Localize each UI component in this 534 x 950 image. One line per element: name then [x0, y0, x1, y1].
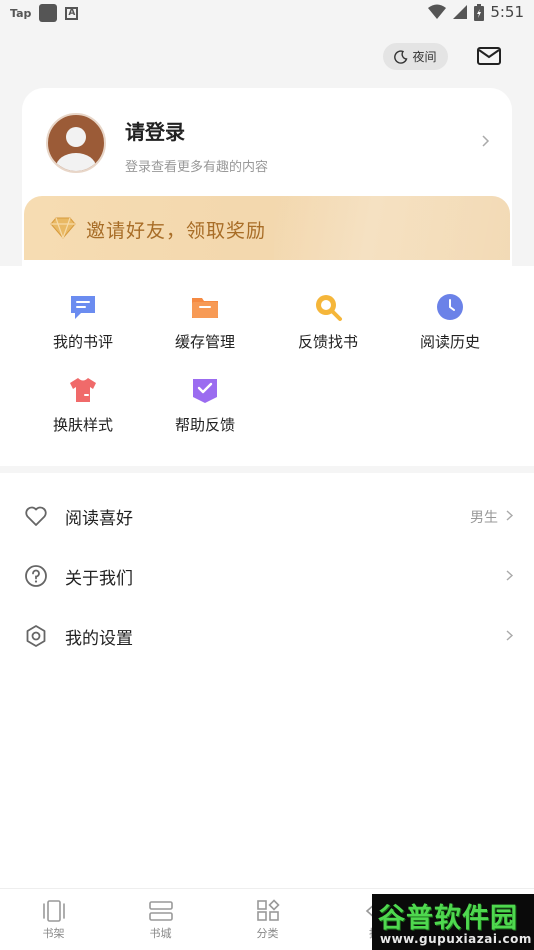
section-divider [0, 466, 534, 473]
tshirt-icon [70, 378, 96, 402]
grid-item-skin-style[interactable]: 换肤样式 [23, 349, 143, 434]
status-bar: Tap A 5:51 [0, 0, 534, 28]
quick-actions-grid: 我的书评 缓存管理 反馈找书 阅读历史 换肤样式 帮助反馈 [0, 266, 534, 466]
a-notification-icon: A [65, 6, 79, 20]
night-mode-button[interactable]: 夜间 [383, 43, 448, 70]
row-label: 阅读喜好 [65, 509, 133, 529]
clock-icon [437, 294, 463, 320]
profile-card: 请登录 登录查看更多有趣的内容 邀请好友，领取奖励 [22, 88, 512, 268]
app-notification-icon [39, 4, 58, 22]
default-avatar-icon [56, 127, 96, 171]
comment-icon [71, 296, 95, 319]
list-item-about-us[interactable]: 关于我们 [0, 545, 534, 605]
search-icon [316, 295, 342, 321]
nav-label: 分类 [256, 927, 279, 940]
row-value: 男生 [470, 510, 498, 526]
list-item-reading-preference[interactable]: 阅读喜好 男生 [0, 485, 534, 545]
folder-icon [192, 298, 218, 318]
chevron-right-icon [506, 570, 514, 581]
battery-icon [474, 3, 485, 21]
watermark-text: 谷普软件园 [378, 903, 518, 934]
grid-item-cache-management[interactable]: 缓存管理 [145, 266, 265, 351]
wifi-icon [428, 4, 447, 19]
grid-item-reading-history[interactable]: 阅读历史 [390, 266, 510, 351]
nav-item-bookstore[interactable]: 书城 [107, 889, 214, 950]
invite-text: 邀请好友，领取奖励 [86, 220, 267, 242]
grid-label: 换肤样式 [52, 416, 113, 434]
status-right: 5:51 [428, 3, 524, 21]
tap-label: Tap [10, 6, 32, 20]
category-icon [257, 899, 280, 921]
nav-item-bookshelf[interactable]: 书架 [0, 889, 107, 950]
row-label: 我的设置 [65, 629, 133, 649]
row-label: 关于我们 [65, 569, 133, 589]
grid-item-help-feedback[interactable]: 帮助反馈 [145, 349, 265, 434]
status-left: Tap A [10, 4, 79, 22]
bookstore-icon [149, 901, 173, 921]
night-mode-label: 夜间 [412, 50, 437, 64]
heart-icon [25, 506, 47, 526]
grid-item-feedback-find-book[interactable]: 反馈找书 [268, 266, 388, 351]
invite-banner[interactable]: 邀请好友，领取奖励 [24, 196, 510, 260]
clock-time: 5:51 [490, 3, 524, 21]
mail-icon[interactable] [476, 44, 502, 68]
grid-label: 反馈找书 [297, 333, 358, 351]
grid-item-book-reviews[interactable]: 我的书评 [23, 266, 143, 351]
grid-label: 阅读历史 [419, 333, 480, 351]
watermark-url: www.gupuxiazai.com [380, 932, 532, 946]
chevron-right-icon[interactable] [480, 133, 492, 149]
grid-label: 帮助反馈 [174, 416, 235, 434]
question-icon [25, 565, 47, 587]
watermark: 谷普软件园 www.gupuxiazai.com [372, 894, 534, 950]
login-title[interactable]: 请登录 [125, 116, 185, 145]
list-item-my-settings[interactable]: 我的设置 [0, 605, 534, 665]
bookshelf-icon [43, 900, 65, 922]
chevron-right-icon [506, 630, 514, 641]
chevron-right-icon [506, 510, 514, 521]
nav-item-category[interactable]: 分类 [214, 889, 321, 950]
moon-icon [394, 49, 408, 64]
diamond-icon [50, 217, 76, 239]
gear-icon [26, 625, 46, 647]
nav-label: 书架 [42, 927, 65, 940]
signal-icon [453, 5, 468, 19]
avatar[interactable] [46, 113, 106, 173]
nav-label: 书城 [149, 927, 172, 940]
login-subtitle: 登录查看更多有趣的内容 [125, 160, 269, 175]
check-badge-icon [193, 379, 217, 403]
